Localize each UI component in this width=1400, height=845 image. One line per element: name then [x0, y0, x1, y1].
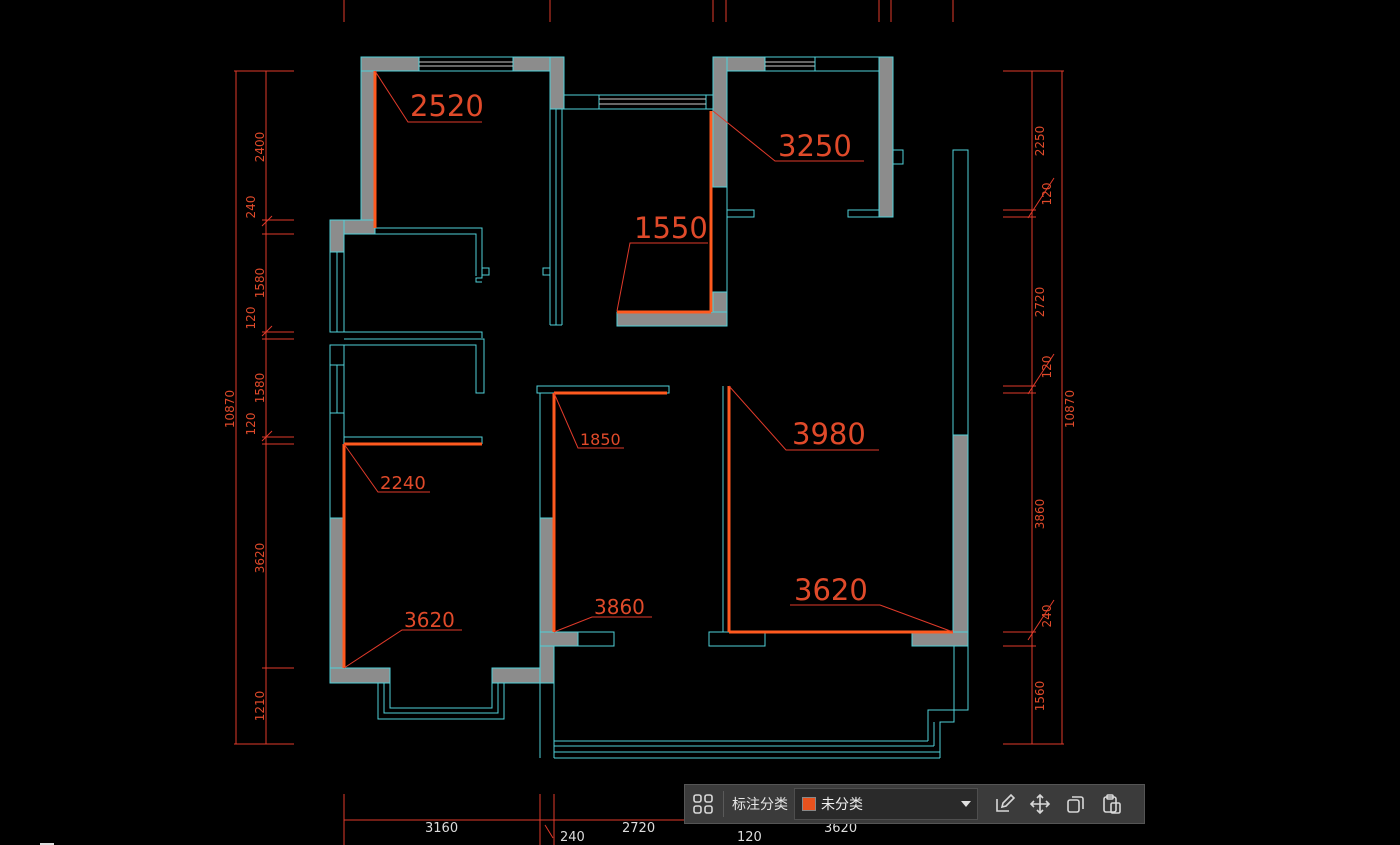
dim-label: 3620 [404, 608, 455, 632]
dim-left-seg: 120 [244, 307, 258, 330]
move-icon[interactable] [1022, 786, 1058, 822]
dim-label: 1850 [580, 430, 621, 449]
category-color-swatch [802, 797, 816, 811]
dim-left-seg: 3620 [253, 543, 267, 574]
annotation-toolbar: 标注分类 未分类 [684, 784, 1145, 824]
dim-right-seg: 3860 [1033, 499, 1047, 530]
room-dimension-labels: 2520 3250 1550 1850 3980 2240 3620 3860 … [380, 89, 868, 632]
bottom-dimension-chain [343, 794, 690, 845]
dim-right-total: 10870 [1063, 390, 1077, 428]
bottom-dimension-labels: 3160 240 2720 120 3620 [425, 821, 857, 845]
annotation-category-select[interactable]: 未分类 [794, 788, 978, 820]
dim-bottom-seg: 3160 [425, 821, 458, 836]
dim-bottom-seg: 120 [737, 830, 762, 845]
dim-label: 3980 [792, 417, 866, 451]
dim-left-seg: 1210 [253, 691, 267, 722]
dim-right-seg: 2720 [1033, 287, 1047, 318]
dim-label: 3620 [794, 573, 868, 607]
dim-label: 3250 [778, 129, 852, 163]
floor-plan-walls [329, 56, 969, 684]
floor-plan-lines [329, 56, 969, 759]
chevron-down-icon [961, 801, 971, 807]
copy-icon[interactable] [1058, 786, 1094, 822]
dim-right-seg: 2250 [1033, 126, 1047, 157]
left-dimension-chain [234, 70, 294, 745]
dim-label: 1550 [634, 211, 708, 245]
dim-label: 3860 [594, 595, 645, 619]
top-reference-lines [343, 0, 954, 22]
dim-label: 2240 [380, 473, 426, 494]
dim-bottom-seg: 240 [560, 830, 585, 845]
dim-right-seg: 1560 [1033, 681, 1047, 712]
toolbar-divider [723, 791, 724, 817]
cad-drawing-canvas[interactable]: 2520 3250 1550 1850 3980 2240 3620 3860 … [0, 0, 1400, 845]
dim-left-seg: 120 [244, 413, 258, 436]
edit-icon[interactable] [986, 786, 1022, 822]
category-selected-value: 未分类 [821, 797, 863, 813]
dim-label: 2520 [410, 89, 484, 123]
dim-left-seg: 1580 [253, 268, 267, 299]
left-dimension-labels: 10870 2400 240 1580 120 1580 120 3620 12… [223, 132, 267, 722]
annotation-category-label: 标注分类 [732, 797, 788, 813]
dim-right-seg: 120 [1040, 356, 1054, 379]
right-dimension-chain [1003, 70, 1064, 745]
dim-right-seg: 240 [1040, 605, 1054, 628]
dim-left-seg: 240 [244, 196, 258, 219]
paste-icon[interactable] [1094, 786, 1130, 822]
dim-left-seg: 2400 [253, 132, 267, 163]
right-dimension-labels: 10870 2250 120 2720 120 3860 240 1560 [1033, 126, 1077, 712]
grid-icon[interactable] [685, 786, 721, 822]
dim-left-seg: 1580 [253, 373, 267, 404]
dim-left-total: 10870 [223, 390, 237, 428]
dim-bottom-seg: 2720 [622, 821, 655, 836]
dim-right-seg: 120 [1040, 183, 1054, 206]
